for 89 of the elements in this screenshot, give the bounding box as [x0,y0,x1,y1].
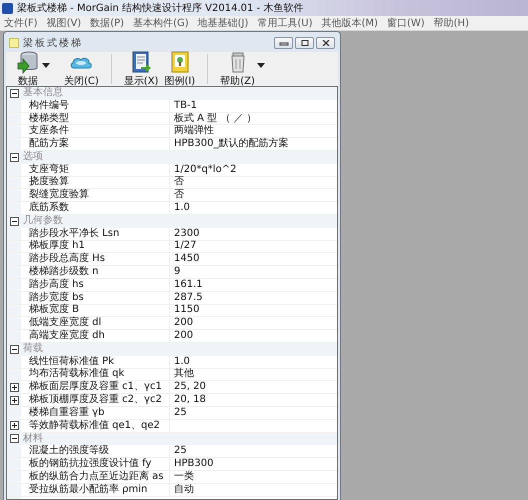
window-title: 梁板式楼梯 - MorGain 结构快速设计程序 V2014.01 - 木鱼软件 [17,2,304,15]
property-value[interactable]: TB-1 [174,100,197,111]
property-name: 挠度验算 [21,176,170,188]
toolbar-button[interactable]: 帮助(Z) [220,50,273,88]
property-name: 混凝土的强度等级 [21,445,170,458]
property-name: 配筋方案 [21,138,170,150]
property-value[interactable]: 两端弹性 [174,125,214,136]
property-value[interactable]: 其他 [174,368,194,380]
section-title: 选项 [22,151,43,164]
expand-icon[interactable] [10,396,18,405]
property-value[interactable]: 25, 20 [174,381,206,392]
property-name: 底筋系数 [21,202,170,214]
property-value[interactable]: 否 [174,189,184,200]
document-title: 梁板式楼梯 [23,36,83,50]
property-value[interactable]: 25 [174,406,187,418]
property-value[interactable]: 1.0 [174,356,190,367]
property-name: 构件编号 [21,100,170,112]
property-value[interactable]: 200 [174,330,194,342]
expand-icon[interactable] [10,421,18,430]
menu-item[interactable]: 文件(F) [4,16,38,30]
property-value[interactable]: 1450 [174,253,200,264]
menu-item[interactable]: 其他版本(M) [322,16,378,30]
property-value[interactable]: 板式 A 型 （ ／ ） [174,112,257,124]
property-name: 低端支座宽度 dl [21,317,170,330]
property-name: 受拉纵筋最小配筋率 ρmin [21,484,170,496]
property-name: 支座条件 [21,125,170,138]
property-name: 楼梯自重容重 γb [21,406,170,419]
property-value[interactable]: 9 [174,266,180,278]
property-value[interactable]: 2300 [174,228,200,239]
property-value[interactable]: 20, 18 [174,394,206,406]
property-name: 踏步高度 hs [21,278,170,291]
collapse-icon[interactable] [10,344,18,354]
menu-item[interactable]: 数据(P) [90,16,124,30]
property-value[interactable]: 1/20*q*lo^2 [174,164,236,175]
section-title: 几何参数 [22,215,63,228]
property-name: 支座弯矩 [21,164,170,176]
caret-icon [256,62,265,68]
property-value[interactable]: 1/27 [174,240,196,252]
app-icon [2,2,13,14]
property-name: 高端支座宽度 dh [21,330,170,342]
property-value[interactable]: 1150 [174,304,200,316]
property-value[interactable]: HPB300 [174,458,214,470]
property-name: 梯板厚度 h1 [21,240,170,252]
property-name: 裂缝宽度验算 [21,189,170,202]
property-name: 板的钢筋抗拉强度设计值 fy [21,458,170,470]
property-name: 梯板顶棚厚度及容重 c2、γc2 [21,394,170,406]
close-icon [320,40,330,46]
property-name: 踏步段总高度 Hs [21,253,170,266]
section-title: 材料 [22,432,43,444]
menu-item[interactable]: 帮助(H) [434,16,469,30]
property-value[interactable]: HPB300_默认的配筋方案 [174,138,288,150]
property-value[interactable]: 161.1 [174,278,203,290]
property-value[interactable]: 自动 [174,484,194,495]
property-value[interactable]: 否 [174,176,184,188]
menu-item[interactable]: 地基基础(J) [198,16,248,30]
minimize-button[interactable] [274,37,293,49]
restore-icon [300,40,310,46]
collapse-icon[interactable] [10,88,18,98]
collapse-icon[interactable] [10,216,18,226]
property-name: 板的纵筋合力点至近边距离 as [21,470,170,483]
caret-icon [42,62,50,68]
database-icon [16,50,40,74]
collapse-icon[interactable] [10,152,18,162]
section-title: 基本信息 [22,87,63,100]
property-value[interactable]: 287.5 [174,292,203,303]
property-name: 楼梯类型 [21,112,170,124]
property-name: 梯板宽度 B [21,304,170,316]
close-button[interactable] [316,37,335,49]
document-icon [9,38,19,48]
property-value[interactable]: 一类 [174,470,194,482]
menu-item[interactable]: 基本构件(G) [133,16,189,30]
property-name: 等效静荷载标准值 qe1、qe2 [21,420,170,432]
restore-button[interactable] [295,37,314,49]
property-name: 踏步宽度 bs [21,292,170,304]
property-name: 均布活荷载标准值 qk [21,368,170,380]
property-name: 楼梯踏步级数 n [21,266,170,278]
property-name: 踏步段水平净长 Lsn [21,228,170,240]
expand-icon[interactable] [10,382,18,392]
collapse-icon[interactable] [10,434,18,444]
section-title: 荷载 [22,343,43,356]
property-name: 梯板面层厚度及容重 c1、γc1 [21,381,170,394]
menu-item[interactable]: 常用工具(U) [257,16,313,30]
property-value[interactable]: 25 [174,445,187,456]
minimize-icon [278,40,288,46]
property-value[interactable]: 1.0 [174,202,190,214]
property-value[interactable]: 200 [174,317,194,328]
menu-item[interactable]: 窗口(W) [386,16,425,30]
menu-item[interactable]: 视图(V) [46,16,82,30]
property-name: 线性恒荷标准值 Pk [21,356,170,368]
